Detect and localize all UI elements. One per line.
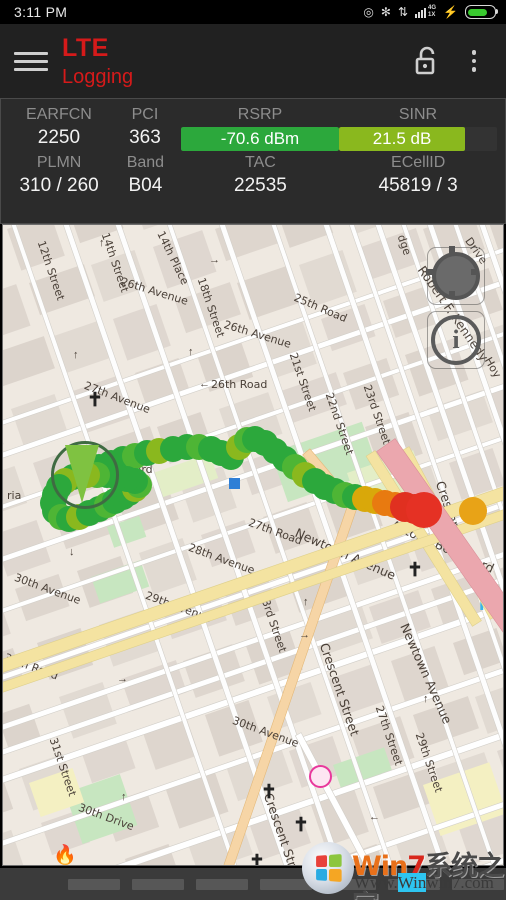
app-bar: LTE Logging	[0, 24, 506, 98]
metric-value: 21.5 dB	[372, 129, 432, 148]
metric-label: PLMN	[36, 154, 82, 171]
network-type-labels: 4G 1X	[428, 5, 436, 19]
taskbar-segment[interactable]	[68, 879, 120, 890]
app-title-block: LTE Logging	[62, 33, 134, 88]
status-time: 3:11 PM	[14, 4, 68, 20]
metric-pci: PCI 363	[109, 105, 181, 151]
metric-value: 363	[129, 127, 161, 148]
unlocked-padlock-icon[interactable]	[404, 38, 450, 84]
windows-flag-icon	[316, 854, 342, 882]
sinr-bar: 21.5 dB	[339, 127, 497, 151]
battery-icon	[465, 5, 498, 19]
location-icon: ◎	[363, 5, 374, 19]
metric-label: SINR	[398, 106, 438, 123]
current-position-arrow	[65, 445, 99, 503]
status-bar: 3:11 PM ◎ ✻ ⇅ 4G 1X ⚡	[0, 0, 506, 24]
metric-rsrp: RSRP -70.6 dBm	[181, 105, 339, 151]
windows-logo-icon	[302, 842, 354, 894]
metric-label: EARFCN	[26, 106, 92, 123]
rsrp-bar: -70.6 dBm	[181, 127, 339, 151]
metric-value: B04	[128, 175, 163, 196]
track-end-marker	[406, 492, 442, 528]
metric-plmn: PLMN 310 / 260	[9, 153, 109, 199]
metric-label: PCI	[131, 106, 159, 123]
map-view[interactable]: 12th Street 14th Street 14th Place 18th Str…	[2, 224, 504, 866]
metric-band: Band B04	[109, 153, 181, 199]
metric-earfcn: EARFCN 2250	[9, 105, 109, 151]
watermark-url-highlight: Win	[397, 873, 427, 892]
charging-bolt-icon: ⚡	[443, 5, 458, 19]
metrics-row-2: PLMN 310 / 260 Band B04 TAC 22535 ECellI…	[9, 153, 497, 199]
page-title: LTE	[62, 33, 109, 62]
phone-screen: 3:11 PM ◎ ✻ ⇅ 4G 1X ⚡ LTE Logging EARFCN…	[0, 0, 506, 900]
metric-label: TAC	[245, 154, 276, 171]
metric-value: 2250	[37, 127, 81, 148]
metric-value: 22535	[234, 175, 287, 196]
metrics-row-1: EARFCN 2250 PCI 363 RSRP -70.6 dBm SINR …	[9, 105, 497, 151]
metric-sinr: SINR 21.5 dB	[339, 105, 497, 151]
map-canvas[interactable]: 12th Street 14th Street 14th Place 18th Str…	[3, 225, 503, 865]
gps-signal-track	[3, 225, 503, 865]
metric-value: -70.6 dBm	[220, 129, 300, 148]
signal-bars	[415, 7, 427, 18]
metric-ecellid: ECellID 45819 / 3	[339, 153, 497, 199]
site-watermark: Win7系统之家 Www.Winwin7.com	[302, 840, 506, 900]
track-secondary-marker	[459, 497, 487, 525]
watermark-url-after: win7.com	[426, 873, 494, 892]
network-primary-label: 4G	[428, 5, 437, 11]
metric-label: ECellID	[391, 154, 446, 171]
hamburger-menu-icon[interactable]	[0, 51, 62, 71]
metric-tac: TAC 22535	[182, 153, 340, 199]
metric-label: Band	[126, 154, 165, 171]
signal-strength-icon: 4G 1X	[415, 5, 436, 19]
taskbar-segment[interactable]	[132, 879, 184, 890]
status-icon-group: ◎ ✻ ⇅ 4G 1X ⚡	[363, 5, 506, 19]
data-transfer-icon: ⇅	[397, 5, 409, 19]
taskbar-segment[interactable]	[196, 879, 248, 890]
metric-value: 310 / 260	[19, 175, 99, 196]
app-bar-actions	[404, 38, 506, 84]
lte-metrics-panel: EARFCN 2250 PCI 363 RSRP -70.6 dBm SINR …	[0, 98, 506, 224]
page-subtitle: Logging	[62, 65, 134, 88]
network-secondary-label: 1X	[428, 12, 436, 18]
watermark-url: Www.Winwin7.com	[354, 873, 494, 893]
overflow-menu-icon[interactable]	[456, 38, 492, 84]
metric-label: RSRP	[237, 106, 283, 123]
watermark-url-before: Www.	[354, 873, 398, 892]
metric-value: 45819 / 3	[378, 175, 458, 196]
bluetooth-icon: ✻	[380, 5, 391, 19]
